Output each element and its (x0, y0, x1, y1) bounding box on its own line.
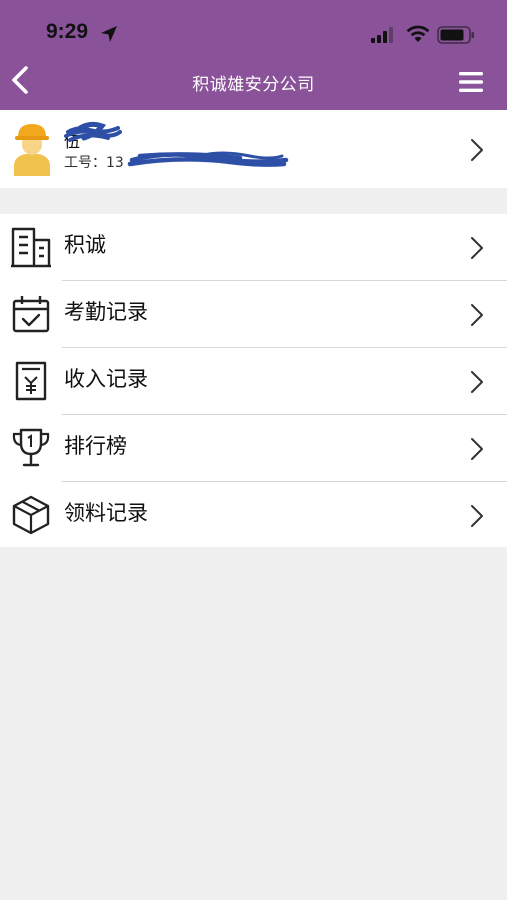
menu-item-label: 考勤记录 (64, 300, 148, 324)
chevron-right-icon (471, 371, 483, 393)
menu-item-income[interactable]: 收入记录 (0, 348, 507, 414)
wifi-icon (406, 25, 430, 42)
menu-item-label: 收入记录 (64, 367, 148, 391)
hamburger-menu-icon[interactable] (458, 70, 484, 94)
profile-employee-id: 工号：13 (64, 155, 124, 171)
menu-list: 积诚 考勤记录 收入记录 排行榜 领料记录 (0, 214, 507, 547)
receipt-yen-icon (15, 361, 47, 401)
chevron-right-icon (471, 304, 483, 326)
box-icon (12, 495, 50, 535)
trophy-icon (12, 428, 50, 467)
menu-item-materials[interactable]: 领料记录 (0, 482, 507, 548)
chevron-right-icon (471, 438, 483, 460)
chevron-right-icon (471, 237, 483, 259)
worker-avatar-icon (14, 124, 50, 176)
profile-row[interactable]: 伍 工号：13 (0, 110, 507, 188)
battery-icon (437, 26, 474, 44)
location-arrow-icon (101, 26, 117, 42)
menu-item-label: 领料记录 (64, 501, 148, 525)
top-bar: 9:29 积诚雄安分公司 (0, 0, 507, 110)
menu-item-jicheng[interactable]: 积诚 (0, 214, 507, 280)
calendar-check-icon (12, 296, 50, 333)
menu-item-label: 排行榜 (64, 434, 127, 458)
chevron-right-icon (471, 505, 483, 527)
menu-item-label: 积诚 (64, 233, 106, 257)
signal-icon (371, 27, 393, 43)
status-time: 9:29 (46, 20, 89, 43)
menu-item-attendance[interactable]: 考勤记录 (0, 281, 507, 347)
chevron-right-icon (471, 139, 483, 161)
profile-name: 伍 (64, 132, 81, 151)
menu-item-leaderboard[interactable]: 排行榜 (0, 415, 507, 481)
page-title: 积诚雄安分公司 (192, 75, 315, 95)
building-icon (11, 227, 51, 268)
